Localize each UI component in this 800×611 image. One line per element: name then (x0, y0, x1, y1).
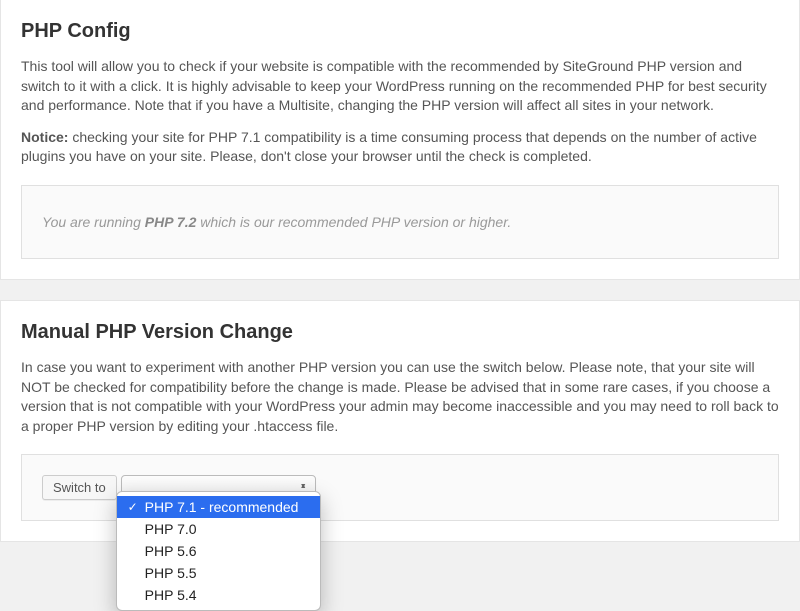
dropdown-option-label: PHP 5.4 (145, 587, 197, 603)
dropdown-option-label: PHP 7.1 - recommended (145, 499, 299, 515)
dropdown-option[interactable]: ✓ PHP 7.0 (117, 518, 320, 540)
section-description: This tool will allow you to check if you… (21, 57, 779, 116)
switch-to-button[interactable]: Switch to (42, 475, 117, 500)
dropdown-option[interactable]: ✓ PHP 5.5 (117, 562, 320, 584)
php-version-dropdown: ✓ PHP 7.1 - recommended ✓ PHP 7.0 ✓ PHP … (116, 491, 321, 611)
section-title: Manual PHP Version Change (21, 321, 779, 344)
php-version-select-wrap: ▲▼ ✓ PHP 7.1 - recommended ✓ PHP 7.0 ✓ P… (121, 475, 316, 499)
notice-body: checking your site for PHP 7.1 compatibi… (21, 129, 757, 165)
php-config-section: PHP Config This tool will allow you to c… (0, 0, 800, 280)
notice-label: Notice: (21, 129, 68, 145)
check-icon: ✓ (125, 500, 141, 514)
dropdown-option-label: PHP 5.6 (145, 543, 197, 559)
callout-post: which is our recommended PHP version or … (196, 214, 511, 230)
callout-version: PHP 7.2 (145, 214, 197, 230)
notice-text: Notice: checking your site for PHP 7.1 c… (21, 128, 779, 167)
dropdown-option[interactable]: ✓ PHP 5.6 (117, 540, 320, 562)
section-description: In case you want to experiment with anot… (21, 358, 779, 436)
manual-php-section: Manual PHP Version Change In case you wa… (0, 300, 800, 542)
dropdown-option-label: PHP 7.0 (145, 521, 197, 537)
section-title: PHP Config (21, 20, 779, 43)
dropdown-option[interactable]: ✓ PHP 5.4 (117, 584, 320, 606)
switch-box: Switch to ▲▼ ✓ PHP 7.1 - recommended ✓ P… (21, 454, 779, 521)
dropdown-option-label: PHP 5.5 (145, 565, 197, 581)
php-version-callout: You are running PHP 7.2 which is our rec… (21, 185, 779, 259)
dropdown-option[interactable]: ✓ PHP 7.1 - recommended (117, 496, 320, 518)
callout-pre: You are running (42, 214, 145, 230)
button-label: Switch to (53, 480, 106, 495)
